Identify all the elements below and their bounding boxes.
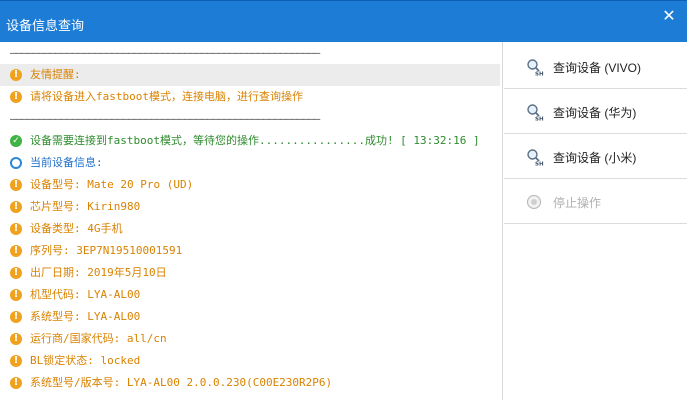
log-text: 友情提醒: — [30, 68, 81, 81]
log-text: 运行商/国家代码: all/cn — [30, 332, 167, 345]
log-text: 当前设备信息: — [30, 156, 103, 169]
title-bar: 设备信息查询 ✕ — [0, 0, 687, 42]
close-icon[interactable]: ✕ — [661, 9, 677, 25]
warning-icon — [10, 377, 22, 389]
separator-text: ————————————————————————————————————————… — [10, 112, 320, 125]
info-icon — [10, 157, 22, 169]
log-line-model-code: 机型代码: LYA-AL00 — [0, 284, 500, 306]
warning-icon — [10, 267, 22, 279]
success-icon — [10, 135, 22, 147]
log-text: 出厂日期: 2019年5月10日 — [30, 266, 167, 279]
icon-badge-text: SH — [535, 162, 544, 167]
log-text: 系统型号: LYA-AL00 — [30, 310, 141, 323]
stop-operation-button[interactable]: 停止操作 — [504, 179, 687, 224]
warning-icon — [10, 179, 22, 191]
icon-badge-text: SH — [535, 72, 544, 77]
log-panel[interactable]: ————————————————————————————————————————… — [0, 42, 503, 400]
log-text: 设备型号: Mate 20 Pro (UD) — [30, 178, 194, 191]
query-vivo-button[interactable]: SH 查询设备 (VIVO) — [504, 44, 687, 89]
log-line-notice-title: 友情提醒: — [0, 64, 500, 86]
log-text: 机型代码: LYA-AL00 — [30, 288, 141, 301]
button-label: 查询设备 (小米) — [553, 151, 637, 165]
warning-icon — [10, 289, 22, 301]
query-xiaomi-button[interactable]: SH 查询设备 (小米) — [504, 134, 687, 179]
warning-icon — [10, 333, 22, 345]
log-text: 请将设备进入fastboot模式，连接电脑，进行查询操作 — [30, 90, 303, 103]
separator-line: ————————————————————————————————————————… — [0, 108, 500, 130]
warning-icon — [10, 201, 22, 213]
log-line-carrier-code: 运行商/国家代码: all/cn — [0, 328, 500, 350]
search-device-icon: SH — [527, 59, 544, 77]
window-title: 设备信息查询 — [6, 18, 85, 33]
separator-line: ————————————————————————————————————————… — [0, 42, 500, 64]
log-line-system-model: 系统型号: LYA-AL00 — [0, 306, 500, 328]
log-line-device-model: 设备型号: Mate 20 Pro (UD) — [0, 174, 500, 196]
action-sidebar: SH 查询设备 (VIVO) SH 查询设备 (华为) SH 查询设备 (小米)… — [504, 42, 687, 400]
log-line-manufacture-date: 出厂日期: 2019年5月10日 — [0, 262, 500, 284]
warning-icon — [10, 245, 22, 257]
log-text: BL锁定状态: locked — [30, 354, 141, 367]
warning-icon — [10, 69, 22, 81]
warning-icon — [10, 91, 22, 103]
search-device-icon: SH — [527, 149, 544, 167]
log-text: 芯片型号: Kirin980 — [30, 200, 141, 213]
log-line-serial-number: 序列号: 3EP7N19510001591 — [0, 240, 500, 262]
button-label: 停止操作 — [553, 196, 602, 210]
log-line-device-info-header: 当前设备信息: — [0, 152, 500, 174]
warning-icon — [10, 311, 22, 323]
log-line-device-type: 设备类型: 4G手机 — [0, 218, 500, 240]
log-line-chip-model: 芯片型号: Kirin980 — [0, 196, 500, 218]
log-line-firmware-version: 系统型号/版本号: LYA-AL00 2.0.0.230(C00E230R2P6… — [0, 372, 500, 394]
log-line-bl-lock-status: BL锁定状态: locked — [0, 350, 500, 372]
log-text: 序列号: 3EP7N19510001591 — [30, 244, 183, 257]
search-device-icon: SH — [527, 104, 544, 122]
log-text: 设备需要连接到fastboot模式，等待您的操作................… — [30, 134, 480, 147]
warning-icon — [10, 355, 22, 367]
warning-icon — [10, 223, 22, 235]
button-label: 查询设备 (华为) — [553, 106, 637, 120]
log-line-instruction: 请将设备进入fastboot模式，连接电脑，进行查询操作 — [0, 86, 500, 108]
log-text: 系统型号/版本号: LYA-AL00 2.0.0.230(C00E230R2P6… — [30, 376, 333, 389]
log-text: 设备类型: 4G手机 — [30, 222, 123, 235]
log-line-connection-status: 设备需要连接到fastboot模式，等待您的操作................… — [0, 130, 500, 152]
button-label: 查询设备 (VIVO) — [553, 61, 642, 75]
icon-badge-text: SH — [535, 117, 544, 122]
separator-text: ————————————————————————————————————————… — [10, 46, 320, 59]
query-huawei-button[interactable]: SH 查询设备 (华为) — [504, 89, 687, 134]
stop-icon — [526, 194, 542, 210]
